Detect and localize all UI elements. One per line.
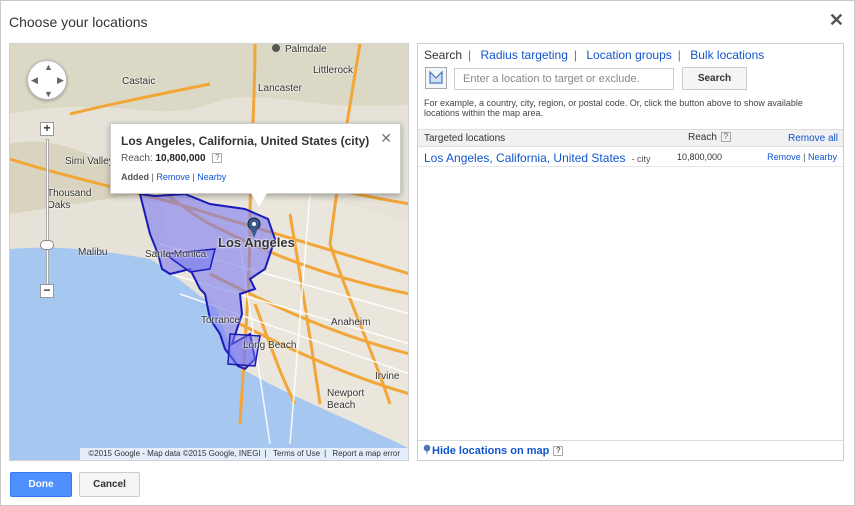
row-location: Los Angeles, California, United States - … — [424, 151, 650, 165]
row-remove-link[interactable]: Remove — [767, 152, 801, 162]
map-pan-control[interactable]: ▲ ▼ ◀ ▶ — [27, 60, 67, 100]
location-tabs: Search | Radius targeting | Location group… — [424, 48, 765, 62]
map-search-marker-button[interactable] — [425, 67, 447, 89]
zoom-slider-handle[interactable] — [40, 240, 54, 250]
map-label-irvine: Irvine — [375, 371, 400, 382]
col-reach-label: Reach — [688, 132, 717, 143]
location-search-input[interactable] — [454, 68, 674, 90]
table-row: Los Angeles, California, United States - … — [418, 147, 843, 167]
map-label-lancaster: Lancaster — [258, 83, 302, 94]
popup-reach-value: 10,800,000 — [155, 153, 206, 164]
map-area[interactable]: Palmdale Castaic Littlerock Lancaster Si… — [9, 43, 409, 461]
popup-reach-label: Reach: — [121, 153, 153, 164]
remove-all-link[interactable]: Remove all — [788, 133, 838, 144]
map-attribution: ©2015 Google - Map data ©2015 Google, IN… — [80, 448, 408, 460]
popup-nearby-link[interactable]: Nearby — [197, 172, 226, 182]
map-label-simi-valley: Simi Valley — [65, 156, 114, 167]
tab-bulk-locations[interactable]: Bulk locations — [690, 48, 764, 62]
tab-radius-targeting[interactable]: Radius targeting — [481, 48, 568, 62]
tab-location-groups[interactable]: Location groups — [586, 48, 671, 62]
zoom-in-button[interactable]: + — [40, 122, 54, 136]
row-reach: 10,800,000 — [677, 152, 723, 162]
row-location-type: - city — [631, 154, 651, 164]
popup-actions: Added | Remove | Nearby — [121, 172, 227, 182]
map-label-newport-beach: Newport Beach — [327, 388, 365, 411]
col-reach: Reach? — [688, 132, 731, 143]
marker-flag-icon — [429, 70, 443, 84]
search-button[interactable]: Search — [682, 67, 747, 90]
hide-locations-on-map: Hide locations on map? — [432, 445, 564, 457]
location-info-popup: Los Angeles, California, United States (… — [110, 123, 401, 207]
row-location-link[interactable]: Los Angeles, California, United States — [424, 151, 625, 165]
map-copyright: ©2015 Google - Map data ©2015 Google, IN… — [88, 449, 261, 458]
map-label-los-angeles: Los Angeles — [218, 235, 295, 250]
popup-close-icon[interactable]: ✕ — [380, 130, 392, 147]
close-icon[interactable]: ✕ — [829, 10, 844, 31]
map-label-littlerock: Littlerock — [313, 65, 354, 76]
row-actions: Remove | Nearby — [767, 152, 837, 162]
help-icon[interactable]: ? — [553, 446, 564, 457]
popup-status: Added — [121, 172, 149, 182]
hide-locations-link[interactable]: Hide locations on map — [432, 445, 549, 457]
map-label-castaic: Castaic — [122, 76, 156, 87]
help-icon[interactable]: ? — [212, 153, 223, 164]
search-hint: For example, a country, city, region, or… — [424, 98, 803, 118]
map-label-santa-monica: Santa Monica — [145, 249, 207, 260]
popup-remove-link[interactable]: Remove — [156, 172, 190, 182]
targeted-table-header: Targeted locations Reach? Remove all — [418, 129, 843, 147]
report-map-error-link[interactable]: Report a map error — [332, 449, 400, 458]
dialog-title: Choose your locations — [9, 14, 148, 30]
zoom-out-button[interactable]: − — [40, 284, 54, 298]
map-label-malibu: Malibu — [78, 247, 108, 258]
location-panel: Search | Radius targeting | Location group… — [417, 43, 844, 461]
done-button[interactable]: Done — [10, 472, 72, 497]
locations-dialog: Choose your locations ✕ Palmdale Castaic… — [0, 0, 855, 506]
map-label-thousand-oaks: Thousand Oaks — [47, 188, 92, 211]
map-pin-icon — [423, 444, 431, 455]
col-targeted-locations: Targeted locations — [424, 133, 506, 144]
zoom-slider-track[interactable] — [46, 139, 49, 289]
row-nearby-link[interactable]: Nearby — [808, 152, 837, 162]
popup-reach: Reach: 10,800,000 ? — [121, 153, 223, 164]
cancel-button[interactable]: Cancel — [79, 472, 140, 497]
map-label-torrance: Torrance — [201, 315, 240, 326]
hide-locations-bar: Hide locations on map? — [418, 440, 843, 460]
tab-search[interactable]: Search — [424, 48, 462, 62]
map-label-anaheim: Anaheim — [331, 317, 371, 328]
terms-link[interactable]: Terms of Use — [273, 449, 320, 458]
popup-title: Los Angeles, California, United States (… — [121, 134, 370, 148]
help-icon[interactable]: ? — [720, 132, 731, 143]
map-label-long-beach: Long Beach — [243, 340, 297, 351]
map-label-palmdale: Palmdale — [285, 44, 327, 55]
